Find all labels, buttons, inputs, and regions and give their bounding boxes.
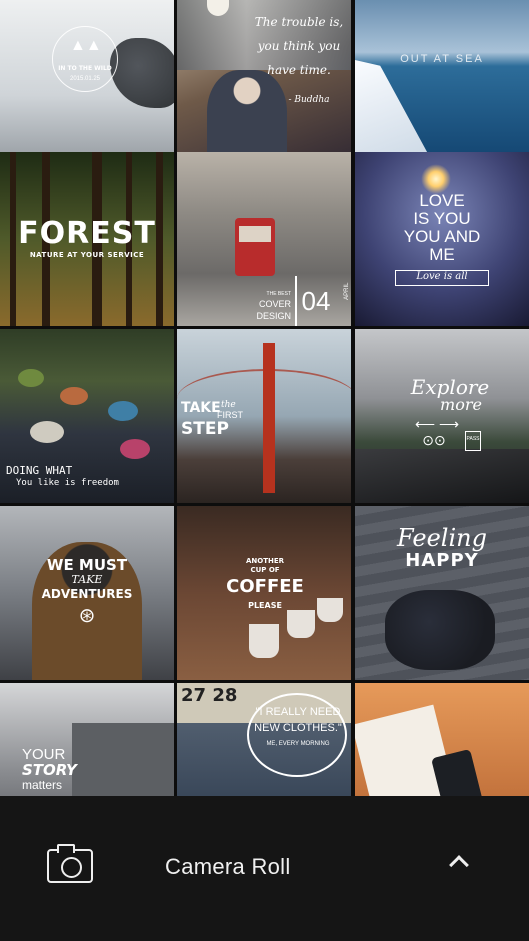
tile-text: STEP	[181, 419, 229, 439]
tile-text: NATURE AT YOUR SERVICE	[29, 251, 145, 259]
tile-text: ANOTHER	[245, 557, 285, 565]
tile-text: The trouble is,	[254, 15, 344, 29]
photo-tile-into-the-wild[interactable]: ▲▲ IN TO THE WILD 2015.01.25	[0, 0, 174, 174]
camera-icon[interactable]	[47, 844, 93, 883]
tile-text: Feeling	[397, 524, 487, 552]
tile-text: TAKE	[71, 573, 103, 586]
photo-tile-doing-what[interactable]: DOING WHAT You like is freedom	[0, 329, 174, 503]
tile-text: TAKE	[181, 400, 221, 416]
tile-text: LOVE	[419, 191, 465, 210]
tile-text: ADVENTURES	[41, 587, 133, 601]
compass-icon: ⊛	[78, 605, 96, 627]
tile-text: COFFEE	[226, 576, 304, 597]
tile-text: 2015.01.25	[69, 76, 101, 82]
tile-text: matters	[22, 778, 63, 792]
photo-tile-love-is-all[interactable]: LOVE IS YOU YOU AND ME Love is all	[355, 152, 529, 326]
tile-text: - Buddha	[288, 95, 330, 105]
tile-text: PASS	[466, 436, 480, 442]
tile-text: ME, EVERY MORNING	[266, 741, 330, 747]
photo-tile-trouble-quote[interactable]: The trouble is, you think you have time.…	[177, 0, 351, 174]
tile-text: IN TO THE WILD	[58, 65, 112, 72]
tile-text: WE MUST	[46, 556, 128, 574]
tile-text: 04	[301, 286, 331, 316]
produce-bowl	[120, 439, 150, 459]
sparkler-icon	[421, 164, 451, 194]
produce-bowl	[60, 387, 88, 405]
tile-text: DOING WHAT	[6, 464, 73, 477]
road-shape	[355, 449, 529, 503]
bottom-bar: Camera Roll	[0, 796, 529, 941]
tile-text: IS YOU	[413, 209, 471, 228]
tile-text: STORY	[22, 761, 77, 779]
mountain-shape	[110, 38, 174, 108]
building-shape	[72, 723, 174, 796]
cup-shape	[317, 598, 343, 622]
tile-text: YOU AND	[403, 227, 481, 246]
tile-text: NEW CLOTHES."	[254, 722, 342, 734]
photo-tile-forest[interactable]: FOREST NATURE AT YOUR SERVICE	[0, 152, 174, 326]
window-light	[177, 0, 351, 70]
mountain-logo-icon: ▲▲	[70, 37, 102, 54]
tile-text: OUT AT SEA	[400, 53, 484, 65]
tram-window	[239, 226, 271, 242]
tile-text: HAPPY	[405, 550, 479, 571]
tile-text: DESIGN	[256, 311, 291, 321]
photo-tile-new-clothes[interactable]: 27 28 "I REALLY NEED NEW CLOTHES." ME, E…	[177, 683, 351, 796]
chevron-up-icon[interactable]	[449, 855, 469, 875]
photo-tile-cover-design[interactable]: THE BEST COVER DESIGN 04 APRIL	[177, 152, 351, 326]
produce-bowl	[30, 421, 64, 443]
tile-text: CUP OF	[250, 566, 280, 574]
photo-tile-your-story[interactable]: YOUR STORY matters	[0, 683, 174, 796]
tile-text: FOREST	[18, 216, 156, 251]
tile-text: APRIL	[343, 282, 350, 300]
produce-bowl	[18, 369, 44, 387]
tile-text: 27 28	[181, 685, 238, 706]
photo-grid: ▲▲ IN TO THE WILD 2015.01.25 The trouble…	[0, 0, 529, 796]
tile-text: more	[440, 395, 482, 414]
binoculars-icon: ⊙⊙	[422, 432, 446, 448]
tile-text: You like is freedom	[16, 478, 119, 488]
tile-text: PLEASE	[248, 601, 282, 610]
photo-tile-book-phone[interactable]	[355, 683, 529, 796]
tile-text: "I REALLY NEED	[255, 706, 341, 718]
photo-tile-coffee[interactable]: ANOTHER CUP OF COFFEE PLEASE	[177, 506, 351, 680]
tile-text: THE BEST	[266, 291, 291, 297]
bridge-tower	[263, 343, 275, 493]
photo-tile-out-at-sea[interactable]: OUT AT SEA	[355, 0, 529, 174]
phone-shape	[431, 748, 483, 796]
tile-text: you think you	[257, 39, 341, 53]
produce-bowl	[108, 401, 138, 421]
arrow-icon: ⟵ ⟶	[414, 416, 460, 432]
photo-tile-feeling-happy[interactable]: Feeling HAPPY	[355, 506, 529, 680]
album-selector-label[interactable]: Camera Roll	[165, 854, 291, 880]
tile-text: have time.	[267, 63, 331, 77]
people-shape	[385, 590, 495, 670]
cup-shape	[287, 610, 315, 638]
photo-tile-take-first-step[interactable]: TAKE the FIRST STEP	[177, 329, 351, 503]
tile-text: Love is all	[416, 271, 468, 282]
photo-tile-explore-more[interactable]: Explore more ⟵ ⟶ ⊙⊙ PASS	[355, 329, 529, 503]
tile-text: COVER	[258, 299, 291, 309]
tile-text: ME	[429, 245, 455, 264]
cup-shape	[249, 624, 279, 658]
photo-tile-adventures[interactable]: WE MUST TAKE ADVENTURES ⊛	[0, 506, 174, 680]
